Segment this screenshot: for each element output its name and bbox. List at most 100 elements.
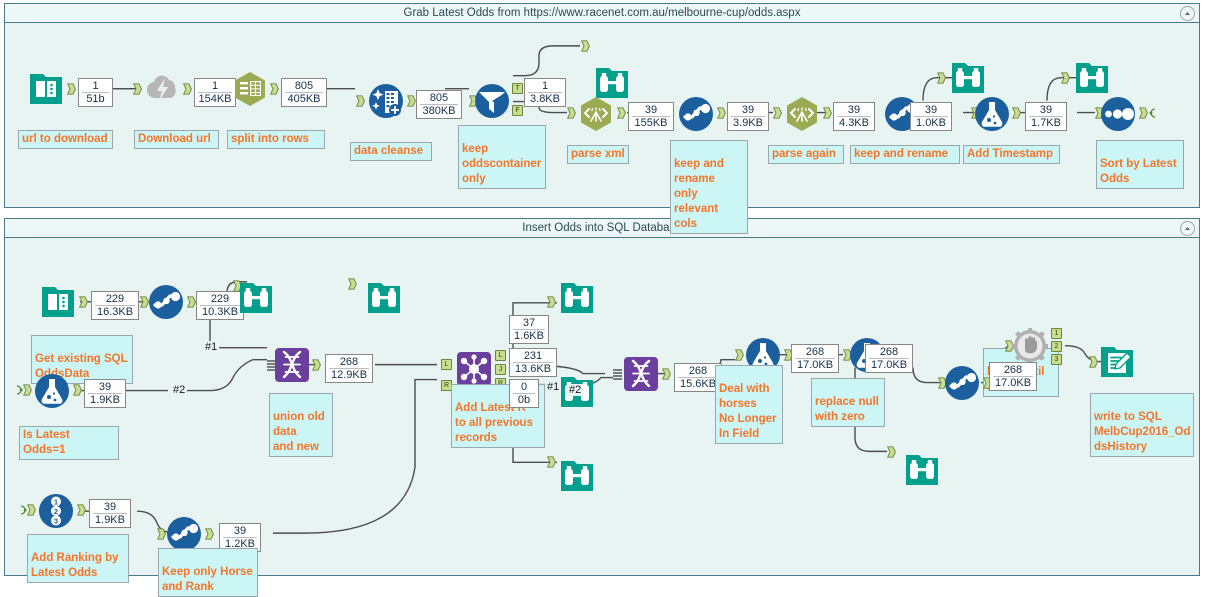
rc-parsexml: 39 155KB	[628, 102, 674, 131]
input-anchor[interactable]	[348, 278, 357, 290]
annotation-url-to-download: url to download	[18, 130, 113, 149]
wireless-output-anchor[interactable]	[1139, 107, 1148, 119]
annotation-split-into-rows: split into rows	[227, 130, 325, 149]
wireless-input-anchor[interactable]	[23, 384, 32, 396]
rc-formula-deal: 268 17.0KB	[791, 344, 839, 373]
annotation-deal-with-horses: Deal with horses No Longer In Field	[715, 365, 783, 444]
annotation-sort-by-latest-odds: Sort by Latest Odds	[1096, 140, 1184, 189]
filter-tool-latest[interactable]	[33, 372, 71, 410]
input-anchor[interactable]	[1089, 356, 1098, 368]
output-anchor[interactable]	[823, 107, 832, 119]
input-anchor[interactable]	[547, 296, 556, 308]
chevron-up-circle-icon[interactable]	[1180, 221, 1195, 236]
output-anchor[interactable]	[77, 504, 86, 516]
output-anchor[interactable]	[717, 107, 726, 119]
input-anchor[interactable]	[773, 107, 782, 119]
annotation-data-cleanse: data cleanse	[350, 142, 432, 161]
container-grab-odds[interactable]: Grab Latest Odds from https://www.racene…	[4, 3, 1200, 234]
output-data-tool[interactable]	[1098, 343, 1136, 381]
wireless-input-anchor[interactable]	[27, 504, 36, 516]
output-anchor[interactable]	[1012, 107, 1021, 119]
browse-tool-6[interactable]	[558, 279, 596, 317]
filter-true-anchor[interactable]: T	[512, 83, 523, 94]
annotation-add-ranking: Add Ranking by Latest Odds	[27, 534, 129, 583]
input-anchor[interactable]	[356, 95, 365, 107]
input-anchor[interactable]	[937, 72, 946, 84]
browse-tool-3[interactable]	[1073, 59, 1111, 97]
input-anchor[interactable]	[735, 349, 744, 361]
input-anchor[interactable]	[567, 107, 576, 119]
chevron-up-circle-icon[interactable]	[1180, 6, 1195, 21]
rc-join-right: 0 0b	[509, 379, 539, 408]
select-tool-final[interactable]	[943, 364, 981, 402]
formula-tool-1[interactable]	[973, 95, 1011, 133]
input-anchor[interactable]	[581, 40, 590, 52]
output-anchor[interactable]	[407, 95, 416, 107]
browse-tool-9[interactable]	[903, 451, 941, 489]
workflow-canvas[interactable]: 1 2 3	[0, 0, 1205, 597]
container-insert-sql-title: Insert Odds into SQL Database	[522, 222, 682, 234]
filter-false-anchor[interactable]: F	[512, 105, 523, 116]
annotation-add-timestamp: Add Timestamp	[963, 145, 1060, 164]
join-left-input-anchor[interactable]: L	[441, 359, 452, 370]
union-tool-2[interactable]	[622, 355, 660, 393]
block-until-done-tool[interactable]	[1011, 327, 1049, 365]
rc-split: 805 405KB	[281, 78, 327, 107]
rc-select-final: 268 17.0KB	[989, 362, 1037, 391]
input-anchor[interactable]	[887, 446, 896, 458]
download-tool[interactable]	[144, 70, 182, 108]
union-tool-1[interactable]	[273, 346, 311, 384]
broadcast-icon	[16, 385, 23, 395]
output-anchor[interactable]	[183, 83, 192, 95]
browse-tool-8[interactable]	[558, 457, 596, 495]
rc-formula: 39 1.7KB	[1025, 102, 1067, 131]
browse-tool-2[interactable]	[949, 59, 987, 97]
input-anchor[interactable]	[547, 456, 556, 468]
rc-select1: 39 3.9KB	[727, 102, 769, 131]
block-output-3-anchor[interactable]: 3	[1051, 354, 1062, 365]
container-insert-sql[interactable]: Insert Odds into SQL Database 229 16.3KB…	[4, 218, 1200, 597]
output-anchor[interactable]	[73, 384, 82, 396]
input-anchor[interactable]	[133, 83, 142, 95]
output-anchor[interactable]	[617, 107, 626, 119]
annotation-download-url: Download url	[134, 130, 219, 149]
select-tool-1[interactable]	[677, 95, 715, 133]
rc-recordid: 39 1.9KB	[89, 499, 131, 528]
output-anchor[interactable]	[187, 296, 196, 308]
output-anchor[interactable]	[205, 528, 214, 540]
block-output-1-anchor[interactable]: 1	[1051, 328, 1062, 339]
browse-tool-4[interactable]	[237, 279, 275, 317]
annotation-keep-rename-relevant: keep and rename only relevant cols	[670, 140, 748, 234]
container-grab-odds-titlebar[interactable]: Grab Latest Odds from https://www.racene…	[5, 4, 1199, 23]
input-data-tool[interactable]	[27, 70, 65, 108]
output-anchor[interactable]	[662, 368, 671, 380]
join-join-output-anchor[interactable]: J	[495, 364, 506, 375]
block-output-2-anchor[interactable]: 2	[1051, 341, 1062, 352]
data-cleanse-tool[interactable]	[367, 82, 405, 120]
annotation-is-latest-odds: Is Latest Odds=1	[19, 426, 119, 460]
rc-formula-null: 268 17.0KB	[865, 344, 913, 373]
broadcast-icon	[20, 505, 27, 515]
join-left-output-anchor[interactable]: L	[495, 350, 506, 361]
union-multi-input-anchor[interactable]	[613, 369, 623, 381]
record-id-tool[interactable]	[37, 492, 75, 530]
xml-parse-tool-2[interactable]	[783, 95, 821, 133]
annotation-keep-oddscontainer: keep oddscontainer only	[458, 125, 546, 189]
rc-join-join: 231 13.6KB	[509, 348, 557, 377]
select-tool-sql[interactable]	[147, 283, 185, 321]
output-anchor[interactable]	[312, 359, 321, 371]
annotation-parse-xml: parse xml	[567, 145, 629, 164]
text-to-columns-tool[interactable]	[231, 70, 269, 108]
union1-input1-label: #1	[203, 341, 220, 353]
input-anchor[interactable]	[1061, 72, 1070, 84]
sort-tool[interactable]	[1099, 95, 1137, 133]
output-anchor[interactable]	[79, 296, 88, 308]
output-anchor[interactable]	[67, 83, 76, 95]
container-insert-sql-titlebar[interactable]: Insert Odds into SQL Database	[5, 219, 1199, 238]
join-tool[interactable]	[455, 350, 493, 388]
input-data-tool-sql[interactable]	[39, 283, 77, 321]
xml-parse-tool-1[interactable]	[577, 95, 615, 133]
output-anchor[interactable]	[270, 83, 279, 95]
filter-tool[interactable]	[473, 82, 511, 120]
browse-tool-5[interactable]	[365, 279, 403, 317]
